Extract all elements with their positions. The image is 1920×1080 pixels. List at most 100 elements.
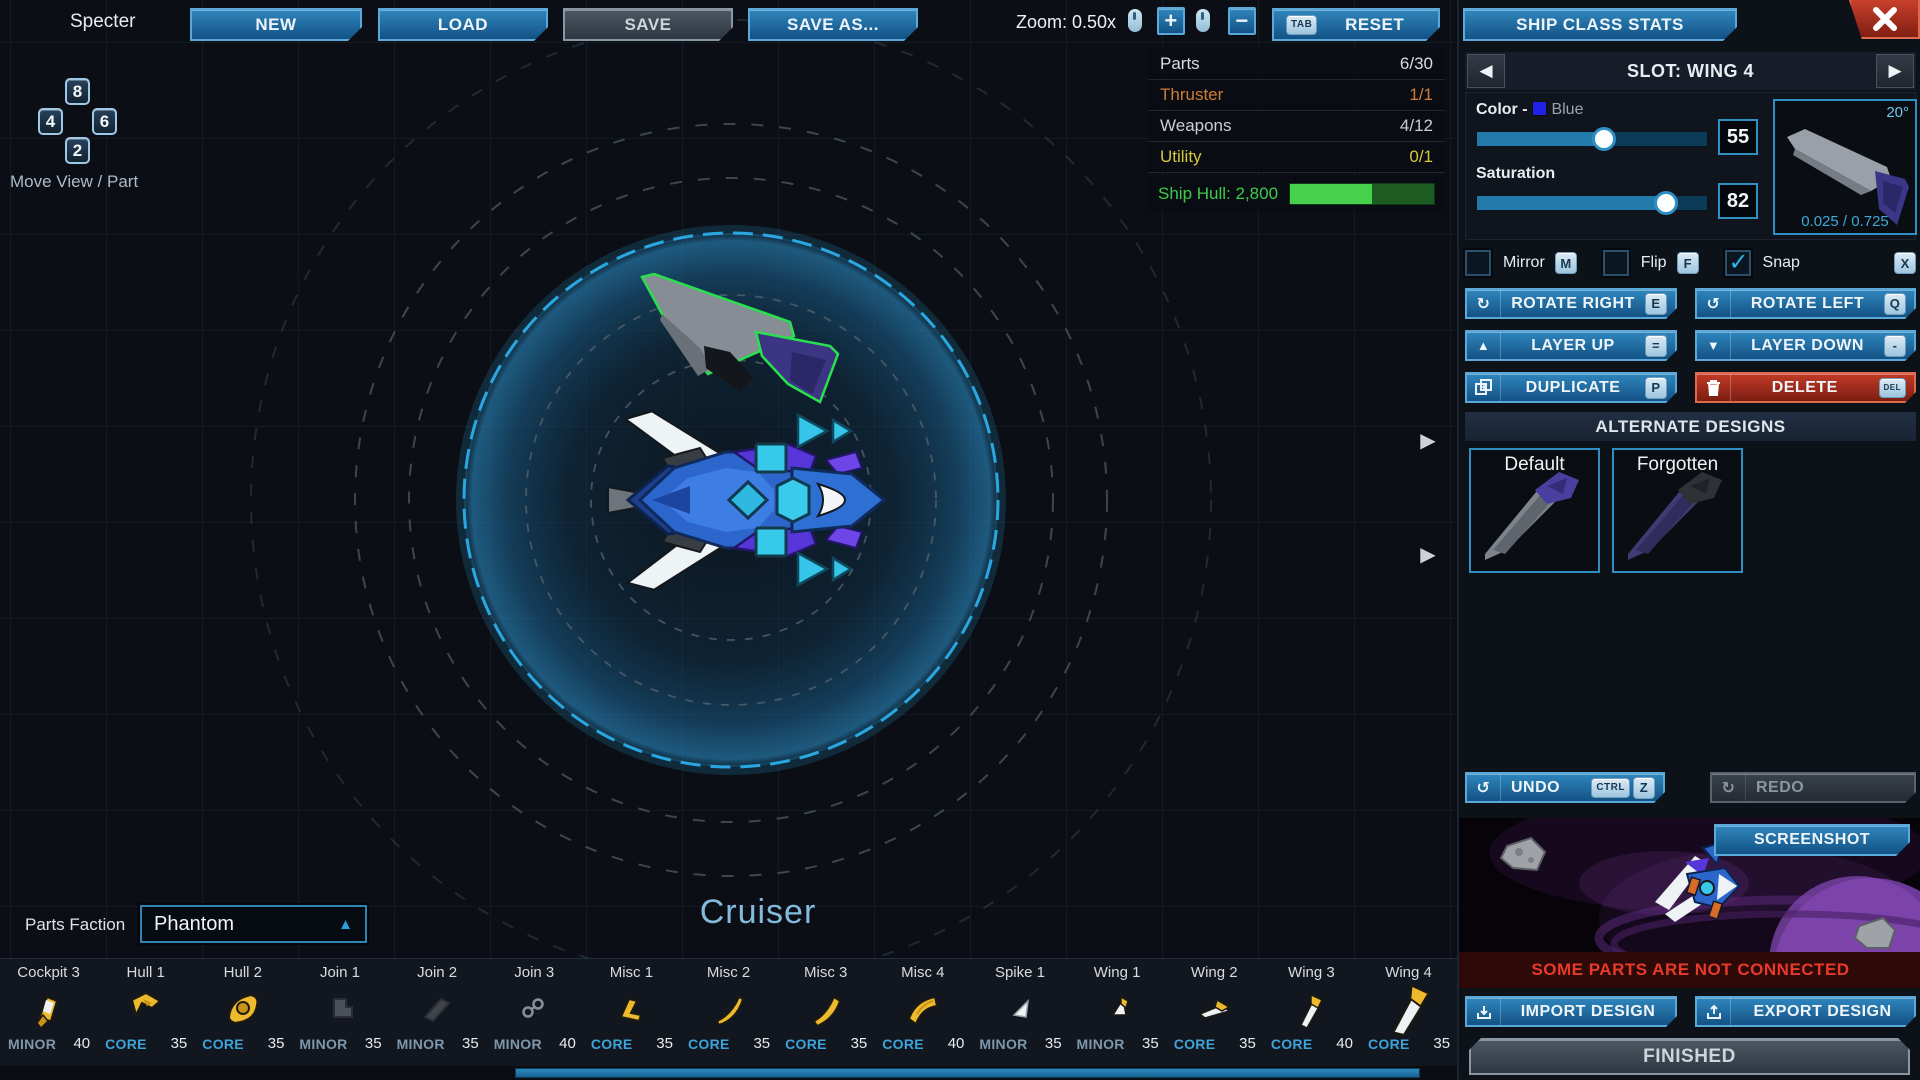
part-type-badge: CORE bbox=[105, 1036, 147, 1052]
undo-icon: ↺ bbox=[1467, 774, 1501, 801]
alternate-designs-list: Default Forgotten bbox=[1469, 448, 1743, 573]
alt-design-forgotten[interactable]: Forgotten bbox=[1612, 448, 1743, 573]
color-value-box[interactable]: 55 bbox=[1718, 119, 1758, 155]
parts-scrollbar-track[interactable] bbox=[0, 1066, 1457, 1080]
stat-row-parts: Parts6/30 bbox=[1148, 49, 1445, 80]
new-button[interactable]: NEW bbox=[190, 8, 362, 41]
e-key-icon: E bbox=[1645, 293, 1667, 315]
color-slider-knob[interactable] bbox=[1592, 127, 1616, 151]
export-design-button[interactable]: EXPORT DESIGN bbox=[1695, 996, 1916, 1027]
saturation-slider[interactable] bbox=[1476, 195, 1708, 211]
numpad6-key-icon: 6 bbox=[92, 108, 117, 135]
screenshot-button[interactable]: SCREENSHOT bbox=[1714, 824, 1910, 856]
part-item-hull1[interactable]: Hull 1CORE35 bbox=[97, 959, 194, 1066]
saturation-slider-knob[interactable] bbox=[1654, 191, 1678, 215]
color-section: Color - Blue 55 Saturation 82 bbox=[1465, 92, 1916, 240]
reset-view-button[interactable]: TAB RESET bbox=[1272, 8, 1440, 41]
undo-button[interactable]: ↺ UNDO CTRL Z bbox=[1465, 772, 1665, 803]
spike1-icon bbox=[971, 983, 1068, 1035]
layer-down-button[interactable]: ▼ LAYER DOWN - bbox=[1695, 330, 1916, 361]
part-item-join1[interactable]: Join 1MINOR35 bbox=[291, 959, 388, 1066]
stat-row-thruster: Thruster1/1 bbox=[1148, 80, 1445, 111]
next-slot-button[interactable]: ▶ bbox=[1876, 54, 1914, 88]
zoom-out-button[interactable]: − bbox=[1228, 7, 1256, 35]
forward-arrow-icon: ▶ bbox=[1408, 432, 1448, 450]
part-coords-label: 0.025 / 0.725 bbox=[1775, 213, 1915, 230]
part-cost: 35 bbox=[1045, 1035, 1062, 1052]
load-button[interactable]: LOAD bbox=[378, 8, 548, 41]
part-item-join3[interactable]: Join 3MINOR40 bbox=[486, 959, 583, 1066]
trash-icon bbox=[1697, 374, 1731, 401]
rotate-right-button[interactable]: ↻ ROTATE RIGHT E bbox=[1465, 288, 1677, 319]
mouse-scroll-icon bbox=[1196, 9, 1210, 32]
part-name: Spike 1 bbox=[971, 959, 1068, 983]
parts-scrollbar-thumb[interactable] bbox=[515, 1068, 1420, 1078]
part-item-misc2[interactable]: Misc 2CORE35 bbox=[680, 959, 777, 1066]
ship-name-label: Specter bbox=[70, 11, 135, 33]
part-name: Misc 3 bbox=[777, 959, 874, 983]
part-name: Join 3 bbox=[486, 959, 583, 983]
finished-button[interactable]: FINISHED bbox=[1469, 1038, 1910, 1075]
toggle-row: Mirror M Flip F Snap X bbox=[1465, 246, 1916, 280]
part-item-cockpit3[interactable]: Cockpit 3MINOR40 bbox=[0, 959, 97, 1066]
hull-bar bbox=[1289, 183, 1435, 205]
part-name: Misc 4 bbox=[874, 959, 971, 983]
part-item-spike1[interactable]: Spike 1 MINOR 35 bbox=[971, 959, 1068, 1066]
duplicate-button[interactable]: DUPLICATE P bbox=[1465, 372, 1677, 403]
part-type-badge: CORE bbox=[882, 1036, 924, 1052]
hull-label: Ship Hull: 2,800 bbox=[1158, 184, 1278, 204]
parts-palette: Cockpit 3MINOR40Hull 1CORE35Hull 2CORE35… bbox=[0, 958, 1457, 1066]
del-key-icon: DEL bbox=[1879, 378, 1907, 398]
export-icon bbox=[1697, 998, 1731, 1025]
hull1-icon bbox=[97, 983, 194, 1035]
layer-up-button[interactable]: ▲ LAYER UP = bbox=[1465, 330, 1677, 361]
part-name: Hull 2 bbox=[194, 959, 291, 983]
rotate-left-button[interactable]: ↺ ROTATE LEFT Q bbox=[1695, 288, 1916, 319]
color-slider[interactable] bbox=[1476, 131, 1708, 147]
redo-button[interactable]: ↻ REDO bbox=[1710, 772, 1916, 803]
part-item-hull2[interactable]: Hull 2CORE35 bbox=[194, 959, 291, 1066]
part-item-wing1[interactable]: Wing 1MINOR35 bbox=[1069, 959, 1166, 1066]
saturation-value-box[interactable]: 82 bbox=[1718, 183, 1758, 219]
chevron-up-icon: ▲ bbox=[338, 916, 353, 933]
zoom-in-button[interactable]: + bbox=[1157, 7, 1185, 35]
save-as-button[interactable]: SAVE AS... bbox=[748, 8, 918, 41]
ship-class-label: Cruiser bbox=[608, 893, 908, 932]
ship-editor-screen: Specter NEW LOAD SAVE SAVE AS... Zoom: 0… bbox=[0, 0, 1920, 1080]
alternate-designs-header: ALTERNATE DESIGNS bbox=[1465, 412, 1916, 441]
close-icon bbox=[1872, 6, 1898, 32]
part-preview-box: 20° 0.025 / 0.725 bbox=[1773, 99, 1917, 235]
alt-design-default[interactable]: Default bbox=[1469, 448, 1600, 573]
part-item-wing4[interactable]: Wing 4CORE35 bbox=[1360, 959, 1457, 1066]
save-button[interactable]: SAVE bbox=[563, 8, 733, 41]
part-item-misc1[interactable]: Misc 1CORE35 bbox=[583, 959, 680, 1066]
delete-button[interactable]: DELETE DEL bbox=[1695, 372, 1916, 403]
part-type-badge: MINOR bbox=[979, 1036, 1027, 1052]
part-type-badge: MINOR bbox=[494, 1036, 542, 1052]
ship-class-stats-button[interactable]: SHIP CLASS STATS bbox=[1463, 8, 1737, 41]
prev-slot-button[interactable]: ◀ bbox=[1467, 54, 1505, 88]
wing1-icon bbox=[1069, 983, 1166, 1035]
snap-checkbox[interactable] bbox=[1725, 250, 1751, 276]
wing3-icon bbox=[1263, 983, 1360, 1035]
wing4-icon bbox=[1360, 983, 1457, 1035]
part-name: Join 2 bbox=[389, 959, 486, 983]
misc4-icon bbox=[874, 983, 971, 1035]
part-item-join2[interactable]: Join 2MINOR35 bbox=[389, 959, 486, 1066]
x-key-icon: X bbox=[1894, 252, 1916, 274]
close-editor-button[interactable] bbox=[1849, 0, 1920, 39]
part-cost: 35 bbox=[656, 1035, 673, 1052]
mirror-checkbox[interactable] bbox=[1465, 250, 1491, 276]
part-item-wing3[interactable]: Wing 3CORE40 bbox=[1263, 959, 1360, 1066]
part-name: Wing 1 bbox=[1069, 959, 1166, 983]
part-item-misc4[interactable]: Misc 4CORE40 bbox=[874, 959, 971, 1066]
part-item-misc3[interactable]: Misc 3CORE35 bbox=[777, 959, 874, 1066]
faction-dropdown[interactable]: Phantom ▲ bbox=[140, 905, 367, 943]
import-design-button[interactable]: IMPORT DESIGN bbox=[1465, 996, 1677, 1027]
part-type-badge: CORE bbox=[688, 1036, 730, 1052]
flip-checkbox[interactable] bbox=[1603, 250, 1629, 276]
move-hint-label: Move View / Part bbox=[10, 172, 138, 192]
part-item-wing2[interactable]: Wing 2CORE35 bbox=[1166, 959, 1263, 1066]
p-key-icon: P bbox=[1645, 377, 1667, 399]
ship-screenshot-preview: SCREENSHOT bbox=[1459, 818, 1920, 952]
